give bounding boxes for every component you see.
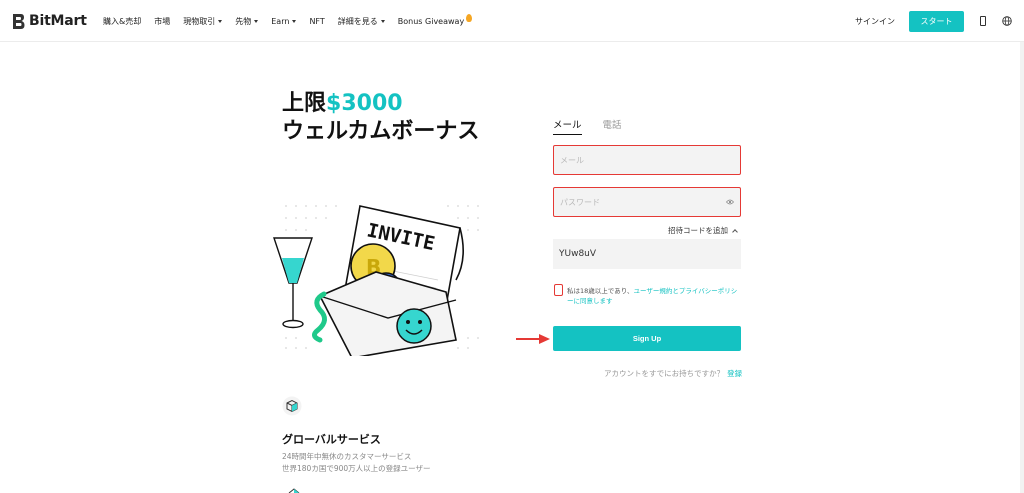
login-prompt-text: アカウントをすでにお持ちですか？ (604, 369, 725, 378)
start-button[interactable]: スタート (909, 11, 964, 32)
flame-icon (466, 14, 473, 22)
nav-item-more[interactable]: 詳細を見る (338, 16, 385, 27)
login-prompt: アカウントをすでにお持ちですか？ 登録 (604, 368, 742, 379)
headline-amount: $3000 (326, 91, 403, 116)
feature-desc-1: 24時間年中無休のカスタマーサービス (282, 452, 412, 461)
signin-link[interactable]: サインイン (855, 16, 895, 27)
nav-item-markets[interactable]: 市場 (154, 16, 170, 27)
feature-icon-partial (288, 488, 300, 493)
feature-desc-2: 世界180カ国で900万人以上の登録ユーザー (282, 464, 431, 473)
nav-item-label: 購入&売却 (103, 16, 142, 26)
terms-prefix: 私は18歳以上であり、 (567, 287, 634, 295)
bitmart-logo[interactable]: BitMart (12, 11, 87, 31)
invite-code-input[interactable] (559, 249, 729, 259)
nav-item-buy-sell[interactable]: 購入&売却 (103, 16, 141, 27)
invite-toggle-label: 招待コードを追加 (668, 226, 728, 235)
brand-name: BitMart (29, 13, 87, 29)
terms-checkbox[interactable] (554, 284, 563, 296)
terms-text: 私は18歳以上であり、ユーザー規約とプライバシーポリシーに同意します (567, 286, 743, 306)
nav-item-label: 先物 (235, 16, 252, 26)
nav-item-label: 市場 (154, 16, 171, 26)
nav-item-label: 現物取引 (183, 16, 216, 26)
caret-down-icon (380, 19, 385, 23)
globe-icon[interactable] (1002, 16, 1012, 26)
invite-envelope-illustration: INVITE B (273, 205, 479, 356)
tab-phone[interactable]: 電話 (603, 117, 622, 135)
feature-title: グローバルサービス (282, 433, 381, 446)
caret-down-icon (218, 19, 223, 23)
headline-prefix: 上限 (282, 91, 327, 116)
caret-down-icon (254, 19, 259, 23)
password-input[interactable] (560, 197, 720, 207)
email-input[interactable] (560, 155, 720, 165)
signup-button[interactable]: Sign Up (553, 326, 741, 351)
nav-item-label: 詳細を見る (337, 16, 378, 26)
nav-menu: 購入&売却 市場 現物取引 先物 Earn NFT 詳細を見る Bonus Gi… (103, 0, 485, 42)
eye-icon[interactable] (726, 199, 734, 205)
tab-email[interactable]: メール (553, 117, 582, 135)
invite-code-field[interactable] (553, 239, 741, 269)
login-link[interactable]: 登録 (727, 369, 742, 378)
nav-item-spot[interactable]: 現物取引 (183, 16, 223, 27)
global-service-icon (282, 396, 302, 416)
red-arrow-pointer (516, 334, 550, 344)
top-nav: BitMart 購入&売却 市場 現物取引 先物 Earn NFT 詳細を見る … (0, 0, 1024, 42)
phone-icon[interactable] (980, 16, 986, 26)
headline-bonus: ウェルカムボーナス (282, 119, 480, 144)
nav-item-bonus-giveaway[interactable]: Bonus Giveaway (397, 14, 473, 26)
chevron-up-icon (732, 228, 738, 235)
nav-item-label: Earn (271, 16, 290, 26)
caret-down-icon (292, 19, 297, 23)
hero-headline: 上限$3000 ウェルカムボーナス (282, 90, 527, 146)
email-field[interactable] (553, 145, 741, 175)
invite-code-toggle[interactable]: 招待コードを追加 (668, 225, 738, 236)
nav-item-label: Bonus Giveaway (397, 16, 465, 26)
terms-suffix: に同意します (573, 297, 613, 305)
nav-item-label: NFT (309, 16, 325, 26)
password-field[interactable] (553, 187, 741, 217)
nav-item-earn[interactable]: Earn (271, 16, 297, 26)
nav-item-nft[interactable]: NFT (309, 17, 324, 26)
page-scrollbar[interactable] (1020, 42, 1024, 493)
bitmart-logo-icon (13, 13, 25, 29)
nav-item-futures[interactable]: 先物 (235, 16, 259, 27)
signup-method-tabs: メール 電話 (553, 117, 643, 135)
